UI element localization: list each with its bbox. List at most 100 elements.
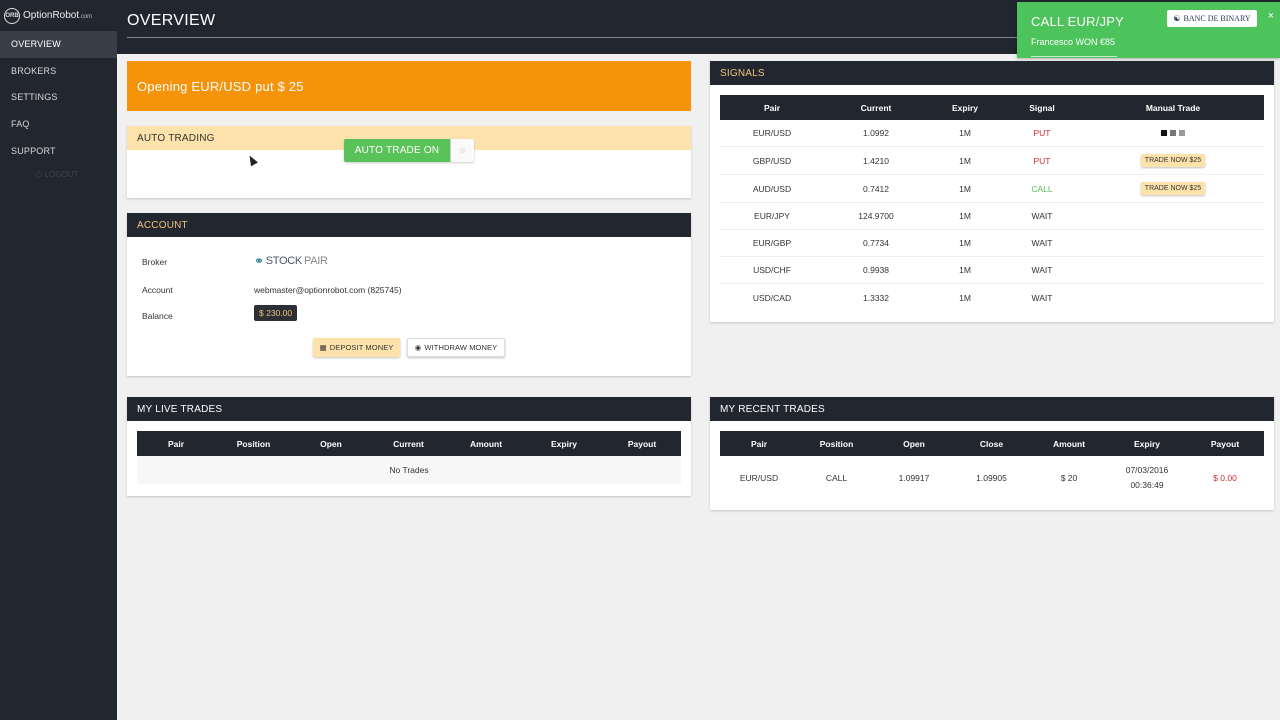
loading-dots-icon xyxy=(1082,120,1264,146)
col-signal: Signal xyxy=(1029,102,1055,113)
broker-label: Broker xyxy=(142,257,168,267)
signal-row: GBP/USD 1.4210 1M PUT TRADE NOW $25 xyxy=(720,147,1264,175)
signal-value: WAIT xyxy=(1031,265,1053,275)
signal-row: USD/CHF 0.9938 1M WAIT xyxy=(720,257,1264,284)
signal-value: WAIT xyxy=(1031,292,1053,303)
signal-pair: GBP/USD xyxy=(752,155,792,166)
piggy-bank-icon: ◉ xyxy=(414,343,422,352)
brand-suffix: .com xyxy=(79,14,93,20)
broker-badge-label: BANC DE BINARY xyxy=(1183,14,1251,23)
card-icon: ▦ xyxy=(319,343,327,352)
withdraw-money-label: WITHDRAW MONEY xyxy=(424,343,498,352)
col-payout: Payout xyxy=(627,438,657,449)
trade-pair: EUR/USD xyxy=(739,473,779,483)
trade-expiry-time: 00:36:49 xyxy=(1130,480,1164,490)
recent-trade-row: EUR/USD CALL 1.09917 1.09905 $ 20 07/03/… xyxy=(720,456,1264,500)
signal-pair: USD/CHF xyxy=(753,265,791,275)
empty-row: No Trades xyxy=(137,456,681,484)
close-icon[interactable]: × xyxy=(1268,10,1274,22)
signals-panel: SIGNALS Pair Current Expiry Signal Manua… xyxy=(710,61,1274,322)
signal-expiry: 1M xyxy=(959,292,971,303)
logout-link[interactable]: ⏻ LOGOUT xyxy=(0,164,117,186)
recent-trades-title: MY RECENT TRADES xyxy=(710,397,1274,421)
signal-current: 1.0992 xyxy=(863,128,889,138)
live-trades-header: Pair Position Open Current Amount Expiry… xyxy=(137,431,681,456)
col-pair: Pair xyxy=(763,102,781,113)
live-trades-table: Pair Position Open Current Amount Expiry… xyxy=(137,431,681,484)
auto-trade-toggle[interactable]: AUTO TRADE ON ||| xyxy=(344,139,474,162)
trade-close: 1.09905 xyxy=(976,473,1007,483)
signal-row: EUR/GBP 0.7734 1M WAIT xyxy=(720,230,1264,257)
brand-logo[interactable]: ORB OptionRobot.com xyxy=(0,0,117,31)
signal-value: WAIT xyxy=(1031,238,1053,248)
trade-expiry-date: 07/03/2016 xyxy=(1125,465,1169,475)
signal-row: EUR/USD 1.0992 1M PUT xyxy=(720,120,1264,147)
col-pair: Pair xyxy=(750,438,768,449)
trade-alert-banner: Opening EUR/USD put $ 25 xyxy=(127,61,691,111)
sidebar-item-overview[interactable]: OVERVIEW xyxy=(0,31,117,58)
sidebar-item-settings[interactable]: SETTINGS xyxy=(0,84,117,111)
user-icon: ☯ xyxy=(1173,14,1181,23)
col-amount: Amount xyxy=(1052,438,1086,449)
col-current: Current xyxy=(393,438,424,449)
signal-value: CALL xyxy=(1031,183,1053,194)
deposit-money-button[interactable]: ▦ DEPOSIT MONEY xyxy=(313,338,400,357)
header-divider xyxy=(127,37,1030,38)
broker-badge: ☯ BANC DE BINARY xyxy=(1167,10,1257,27)
signal-current: 0.7412 xyxy=(863,183,889,194)
no-trades-text: No Trades xyxy=(389,465,429,475)
signal-expiry: 1M xyxy=(959,238,971,248)
trade-payout: $ 0.00 xyxy=(1213,473,1237,483)
sidebar-item-brokers[interactable]: BROKERS xyxy=(0,58,117,85)
signal-pair: EUR/GBP xyxy=(752,238,792,248)
trade-position: CALL xyxy=(825,473,848,483)
toast-progress xyxy=(1031,56,1117,57)
account-title: ACCOUNT xyxy=(127,213,691,237)
toggle-knob-icon: ||| xyxy=(450,139,474,162)
col-position: Position xyxy=(819,438,854,449)
toast-message: Francesco WON €85 xyxy=(1031,37,1116,47)
signal-pair: EUR/USD xyxy=(752,128,792,138)
col-expiry: Expiry xyxy=(952,102,978,113)
signal-value: WAIT xyxy=(1031,211,1053,221)
auto-trade-toggle-label: AUTO TRADE ON xyxy=(354,145,440,156)
withdraw-money-button[interactable]: ◉ WITHDRAW MONEY xyxy=(407,338,505,357)
recent-trades-table: Pair Position Open Close Amount Expiry P… xyxy=(720,431,1264,500)
signal-current: 124.9700 xyxy=(858,211,894,221)
signal-pair: EUR/JPY xyxy=(754,211,790,221)
trade-now-button[interactable]: TRADE NOW $25 xyxy=(1140,182,1206,195)
col-current: Current xyxy=(860,102,892,113)
signals-table-header: Pair Current Expiry Signal Manual Trade xyxy=(720,95,1264,120)
stockpair-logo-icon: ⚭ xyxy=(254,254,264,268)
col-position: Position xyxy=(236,438,271,449)
signal-row: AUD/USD 0.7412 1M CALL TRADE NOW $25 xyxy=(720,175,1264,203)
live-trades-title: MY LIVE TRADES xyxy=(127,397,691,421)
sidebar-item-faq[interactable]: FAQ xyxy=(0,111,117,138)
signal-current: 1.4210 xyxy=(863,155,889,166)
balance-label: Balance xyxy=(142,311,173,321)
trade-notification-toast[interactable]: CALL EUR/JPY Francesco WON €85 ☯ BANC DE… xyxy=(1017,2,1280,58)
col-amount: Amount xyxy=(469,438,503,449)
col-pair: Pair xyxy=(167,438,185,449)
page-title: OVERVIEW xyxy=(127,12,216,29)
sidebar-item-support[interactable]: SUPPORT xyxy=(0,137,117,164)
col-close: Close xyxy=(979,438,1004,449)
trade-now-button[interactable]: TRADE NOW $25 xyxy=(1140,154,1206,167)
col-expiry: Expiry xyxy=(1134,438,1160,449)
account-label: Account xyxy=(142,285,173,295)
col-payout: Payout xyxy=(1210,438,1240,449)
signal-expiry: 1M xyxy=(959,265,971,275)
signal-pair: AUD/USD xyxy=(752,183,792,194)
broker-logo-pair: PAIR xyxy=(303,255,328,267)
signals-table: Pair Current Expiry Signal Manual Trade … xyxy=(720,95,1264,311)
auto-trading-panel: AUTO TRADING AUTO TRADE ON ||| xyxy=(127,126,691,198)
balance-badge: $ 230.00 xyxy=(254,305,298,321)
live-trades-panel: MY LIVE TRADES Pair Position Open Curren… xyxy=(127,397,691,496)
signal-expiry: 1M xyxy=(959,128,971,138)
broker-logo-stock: STOCK xyxy=(265,255,303,267)
broker-logo: ⚭ STOCK PAIR xyxy=(254,254,328,268)
recent-trades-panel: MY RECENT TRADES Pair Position Open Clos… xyxy=(710,397,1274,510)
signal-pair: USD/CAD xyxy=(752,292,792,303)
toast-title: CALL EUR/JPY xyxy=(1031,14,1124,29)
account-value: webmaster@optionrobot.com (825745) xyxy=(254,285,402,295)
